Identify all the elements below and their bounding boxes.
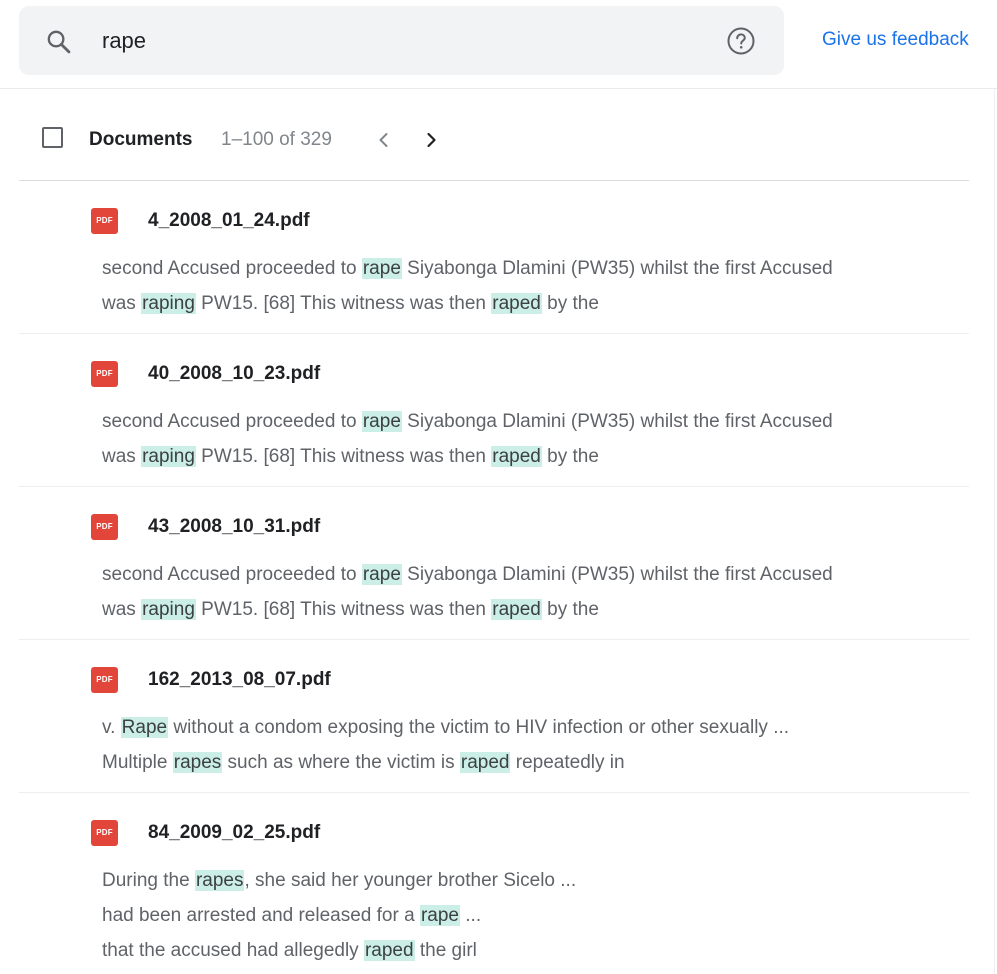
snippet-text: was xyxy=(102,446,142,467)
search-highlight: raped xyxy=(363,940,415,961)
pdf-file-icon: PDF xyxy=(91,208,118,234)
snippet-line: v. Rape without a condom exposing the vi… xyxy=(102,710,962,745)
result-filename[interactable]: 4_2008_01_24.pdf xyxy=(148,210,310,232)
pdf-file-icon: PDF xyxy=(91,820,118,846)
snippet-text: , she said her younger brother Sicelo ..… xyxy=(244,870,577,891)
snippet-text: had been arrested and released for a xyxy=(102,905,420,926)
result-filename[interactable]: 162_2013_08_07.pdf xyxy=(148,669,331,691)
snippet-text: During the xyxy=(102,870,195,891)
snippet-line: second Accused proceeded to rape Siyabon… xyxy=(102,251,962,286)
help-circle-icon[interactable] xyxy=(726,26,756,56)
chevron-left-icon[interactable] xyxy=(373,129,395,151)
search-highlight: raped xyxy=(459,752,511,773)
snippet-text: without a condom exposing the victim to … xyxy=(168,717,790,738)
pagination-range: 1–100 of 329 xyxy=(221,129,332,150)
snippet-text: Siyabonga Dlamini (PW35) whilst the firs… xyxy=(401,411,833,432)
snippet-text: Siyabonga Dlamini (PW35) whilst the firs… xyxy=(401,564,833,585)
search-input[interactable] xyxy=(102,26,662,56)
chevron-right-icon[interactable] xyxy=(420,129,442,151)
top-divider xyxy=(0,88,997,89)
pdf-file-icon: PDF xyxy=(91,514,118,540)
search-highlight: raped xyxy=(491,293,542,314)
select-all-checkbox[interactable] xyxy=(42,127,63,148)
feedback-link[interactable]: Give us feedback xyxy=(822,29,969,51)
list-title: Documents xyxy=(89,129,193,150)
search-icon[interactable] xyxy=(45,28,73,56)
search-highlight: rapes xyxy=(172,752,223,773)
snippet-text: second Accused proceeded to xyxy=(102,411,362,432)
snippet-text: PW15. [68] This witness was then xyxy=(195,293,492,314)
result-snippet: second Accused proceeded to rape Siyabon… xyxy=(102,557,962,627)
search-highlight: raping xyxy=(141,599,196,620)
search-highlight: rape xyxy=(361,564,402,585)
search-highlight: rape xyxy=(361,411,402,432)
result-filename[interactable]: 43_2008_10_31.pdf xyxy=(148,516,320,538)
snippet-text: by the xyxy=(541,293,599,314)
panel-right-border xyxy=(994,89,995,974)
pdf-file-icon: PDF xyxy=(91,667,118,693)
snippet-text: Siyabonga Dlamini (PW35) whilst the firs… xyxy=(401,258,833,279)
search-highlight: Rape xyxy=(120,717,169,738)
snippet-text: Multiple xyxy=(102,752,173,773)
snippet-text: PW15. [68] This witness was then xyxy=(195,599,492,620)
result-snippet: second Accused proceeded to rape Siyabon… xyxy=(102,251,962,321)
search-highlight: raping xyxy=(141,446,196,467)
snippet-text: was xyxy=(102,599,142,620)
snippet-text: repeatedly in xyxy=(510,752,625,773)
search-box[interactable] xyxy=(19,6,784,75)
snippet-text: that the accused had allegedly xyxy=(102,940,364,961)
snippet-text: by the xyxy=(541,599,599,620)
search-highlight: raped xyxy=(491,599,542,620)
snippet-text: PW15. [68] This witness was then xyxy=(195,446,492,467)
result-item[interactable]: PDF 84_2009_02_25.pdf During the rapes, sh… xyxy=(19,793,969,973)
snippet-line: Multiple rapes such as where the victim … xyxy=(102,745,962,780)
result-item[interactable]: PDF 162_2013_08_07.pdf v. Rape without a c… xyxy=(19,640,969,793)
result-snippet: During the rapes, she said her younger b… xyxy=(102,863,962,968)
result-snippet: v. Rape without a condom exposing the vi… xyxy=(102,710,962,780)
snippet-line: was raping PW15. [68] This witness was t… xyxy=(102,439,962,474)
snippet-line: was raping PW15. [68] This witness was t… xyxy=(102,286,962,321)
snippet-line: was raping PW15. [68] This witness was t… xyxy=(102,592,962,627)
result-item[interactable]: PDF 43_2008_10_31.pdfsecond Accused proce… xyxy=(19,487,969,640)
snippet-text: was xyxy=(102,293,142,314)
snippet-text: such as where the victim is xyxy=(222,752,460,773)
snippet-text: ... xyxy=(459,905,482,926)
snippet-line: During the rapes, she said her younger b… xyxy=(102,863,962,898)
snippet-text: by the xyxy=(541,446,599,467)
result-snippet: second Accused proceeded to rape Siyabon… xyxy=(102,404,962,474)
snippet-text: second Accused proceeded to xyxy=(102,564,362,585)
snippet-text: second Accused proceeded to xyxy=(102,258,362,279)
result-filename[interactable]: 40_2008_10_23.pdf xyxy=(148,363,320,385)
snippet-line: that the accused had allegedly raped the… xyxy=(102,933,962,968)
snippet-line: second Accused proceeded to rape Siyabon… xyxy=(102,557,962,592)
snippet-line: had been arrested and released for a rap… xyxy=(102,898,962,933)
pdf-file-icon: PDF xyxy=(91,361,118,387)
list-header: Documents 1–100 of 329 xyxy=(19,100,969,180)
result-item[interactable]: PDF 40_2008_10_23.pdfsecond Accused proce… xyxy=(19,334,969,487)
search-highlight: rape xyxy=(419,905,460,926)
result-item[interactable]: PDF 4_2008_01_24.pdfsecond Accused procee… xyxy=(19,181,969,334)
snippet-text: the girl xyxy=(414,940,477,961)
search-highlight: raped xyxy=(491,446,542,467)
top-bar: Give us feedback xyxy=(0,0,997,88)
search-highlight: rape xyxy=(361,258,402,279)
result-filename[interactable]: 84_2009_02_25.pdf xyxy=(148,822,320,844)
snippet-line: second Accused proceeded to rape Siyabon… xyxy=(102,404,962,439)
snippet-text: v. xyxy=(102,717,121,738)
search-highlight: raping xyxy=(141,293,196,314)
search-highlight: rapes xyxy=(194,870,245,891)
